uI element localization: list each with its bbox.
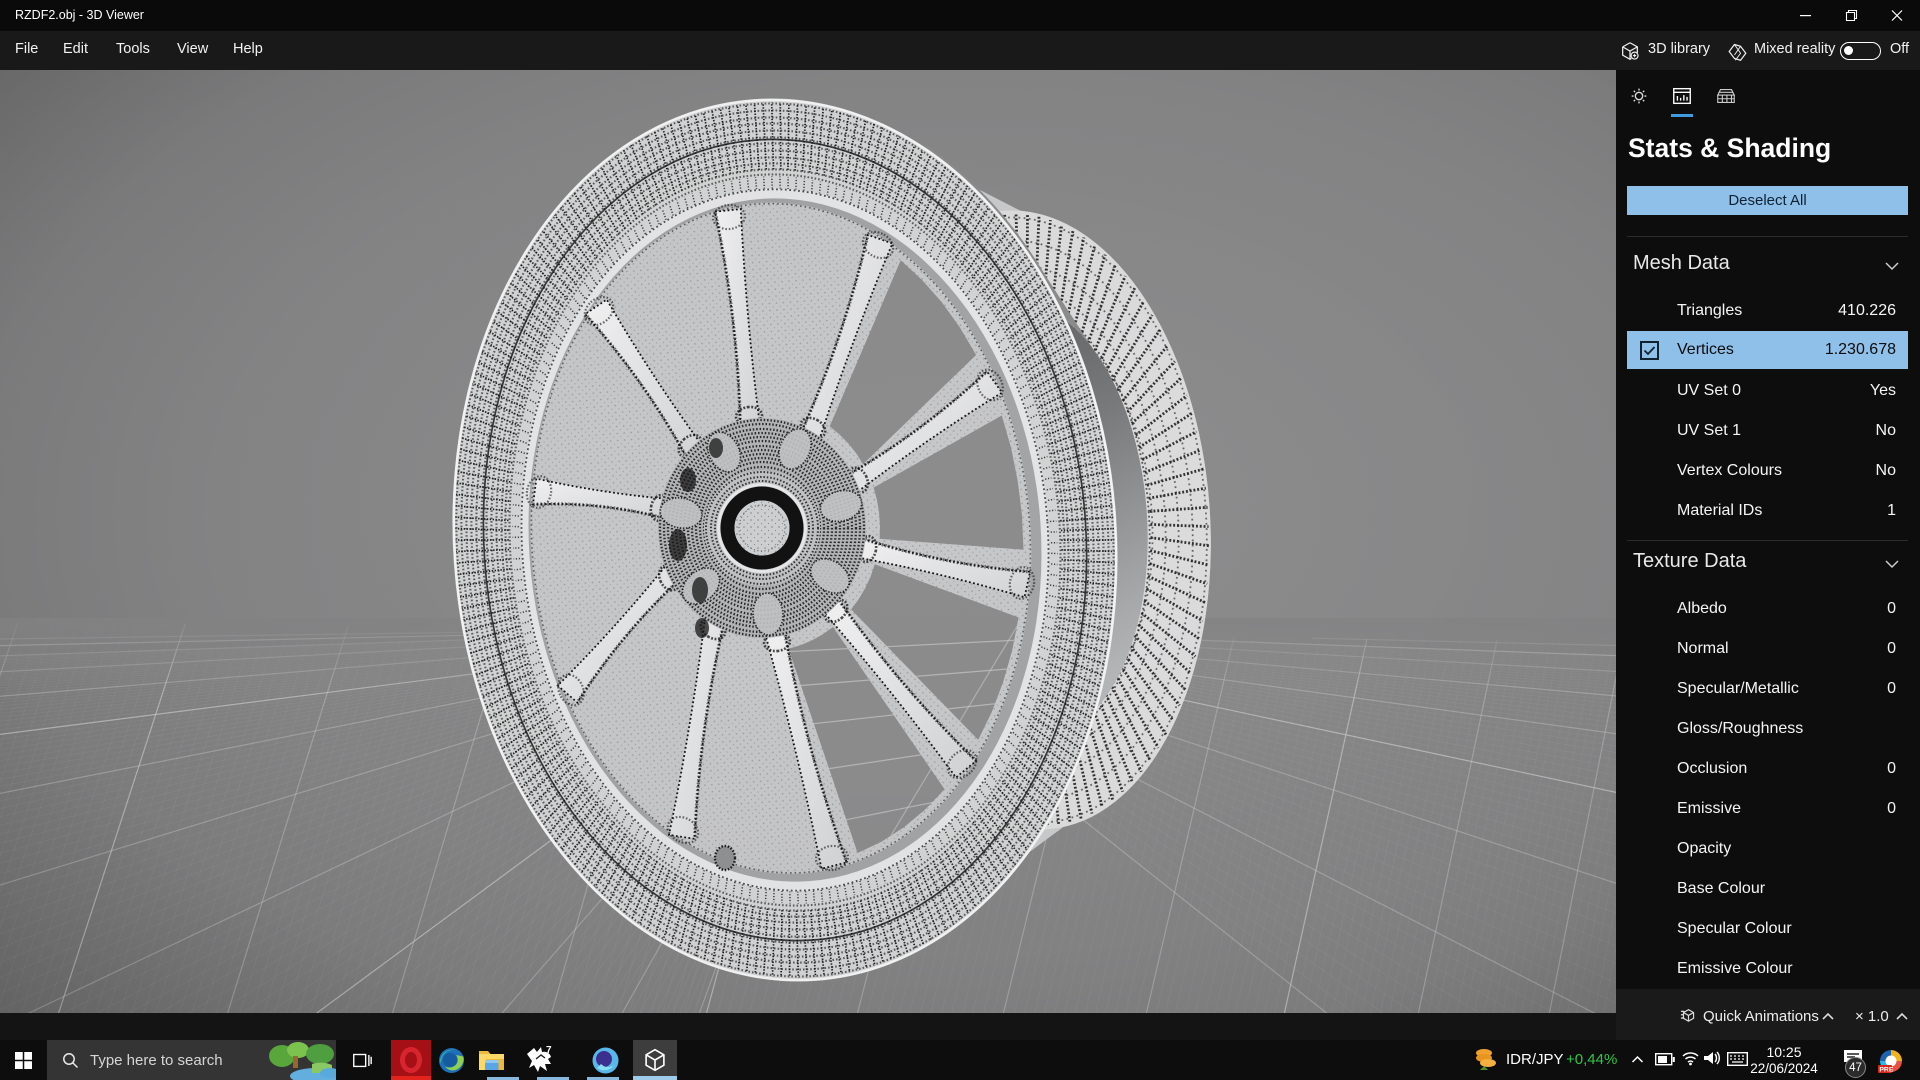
svg-text:PRE: PRE <box>1879 1066 1893 1073</box>
svg-text:7: 7 <box>546 1045 552 1056</box>
